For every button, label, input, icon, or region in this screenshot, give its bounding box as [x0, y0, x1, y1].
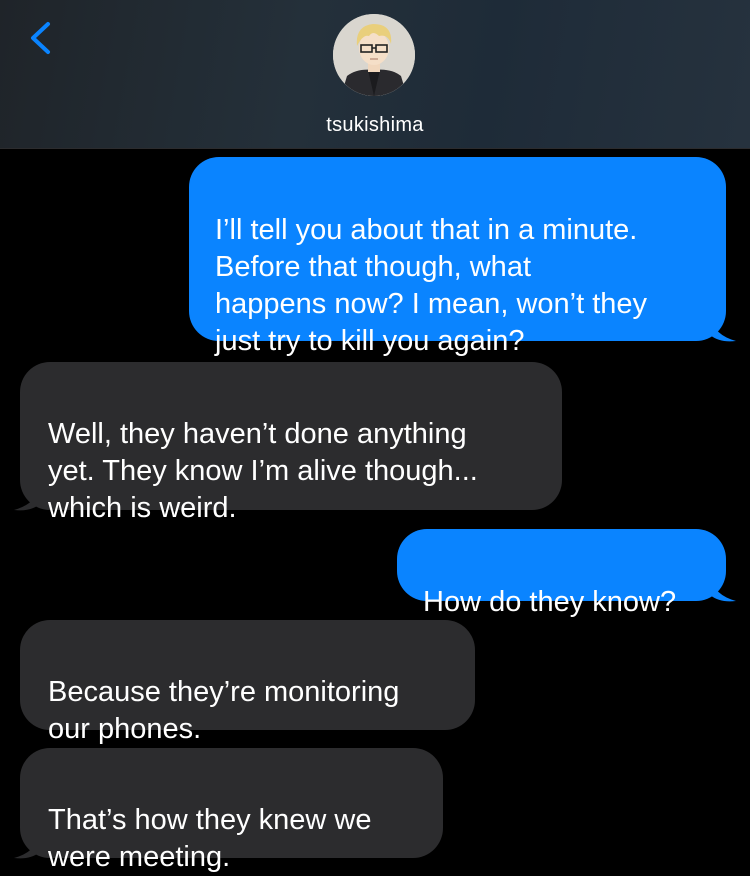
- received-message-bubble[interactable]: Well, they haven’t done anything yet. Th…: [20, 362, 562, 524]
- sent-message-bubble[interactable]: How do they know?: [397, 529, 726, 618]
- message-text: That’s how they knew we were meeting.: [48, 804, 372, 873]
- back-button[interactable]: [18, 16, 62, 60]
- message-text: I’ll tell you about that in a minute. Be…: [215, 214, 648, 357]
- message-text: How do they know?: [423, 586, 677, 618]
- sent-bubble-tail: [710, 577, 736, 602]
- sent-message-bubble[interactable]: I’ll tell you about that in a minute. Be…: [189, 157, 726, 357]
- avatar-image: [333, 14, 415, 96]
- received-bubble-tail: [14, 834, 40, 859]
- received-message-bubble[interactable]: That’s how they knew we were meeting.: [20, 748, 443, 873]
- contact-avatar[interactable]: [333, 14, 415, 96]
- contact-name[interactable]: tsukishima: [0, 114, 750, 137]
- message-text: Because they’re monitoring our phones.: [48, 676, 400, 745]
- message-text: Well, they haven’t done anything yet. Th…: [48, 418, 478, 524]
- conversation-header: tsukishima: [0, 0, 750, 149]
- received-bubble-tail: [14, 486, 40, 511]
- chevron-left-icon: [31, 22, 50, 54]
- sent-bubble-tail: [710, 317, 736, 342]
- received-message-bubble[interactable]: Because they’re monitoring our phones.: [20, 620, 475, 745]
